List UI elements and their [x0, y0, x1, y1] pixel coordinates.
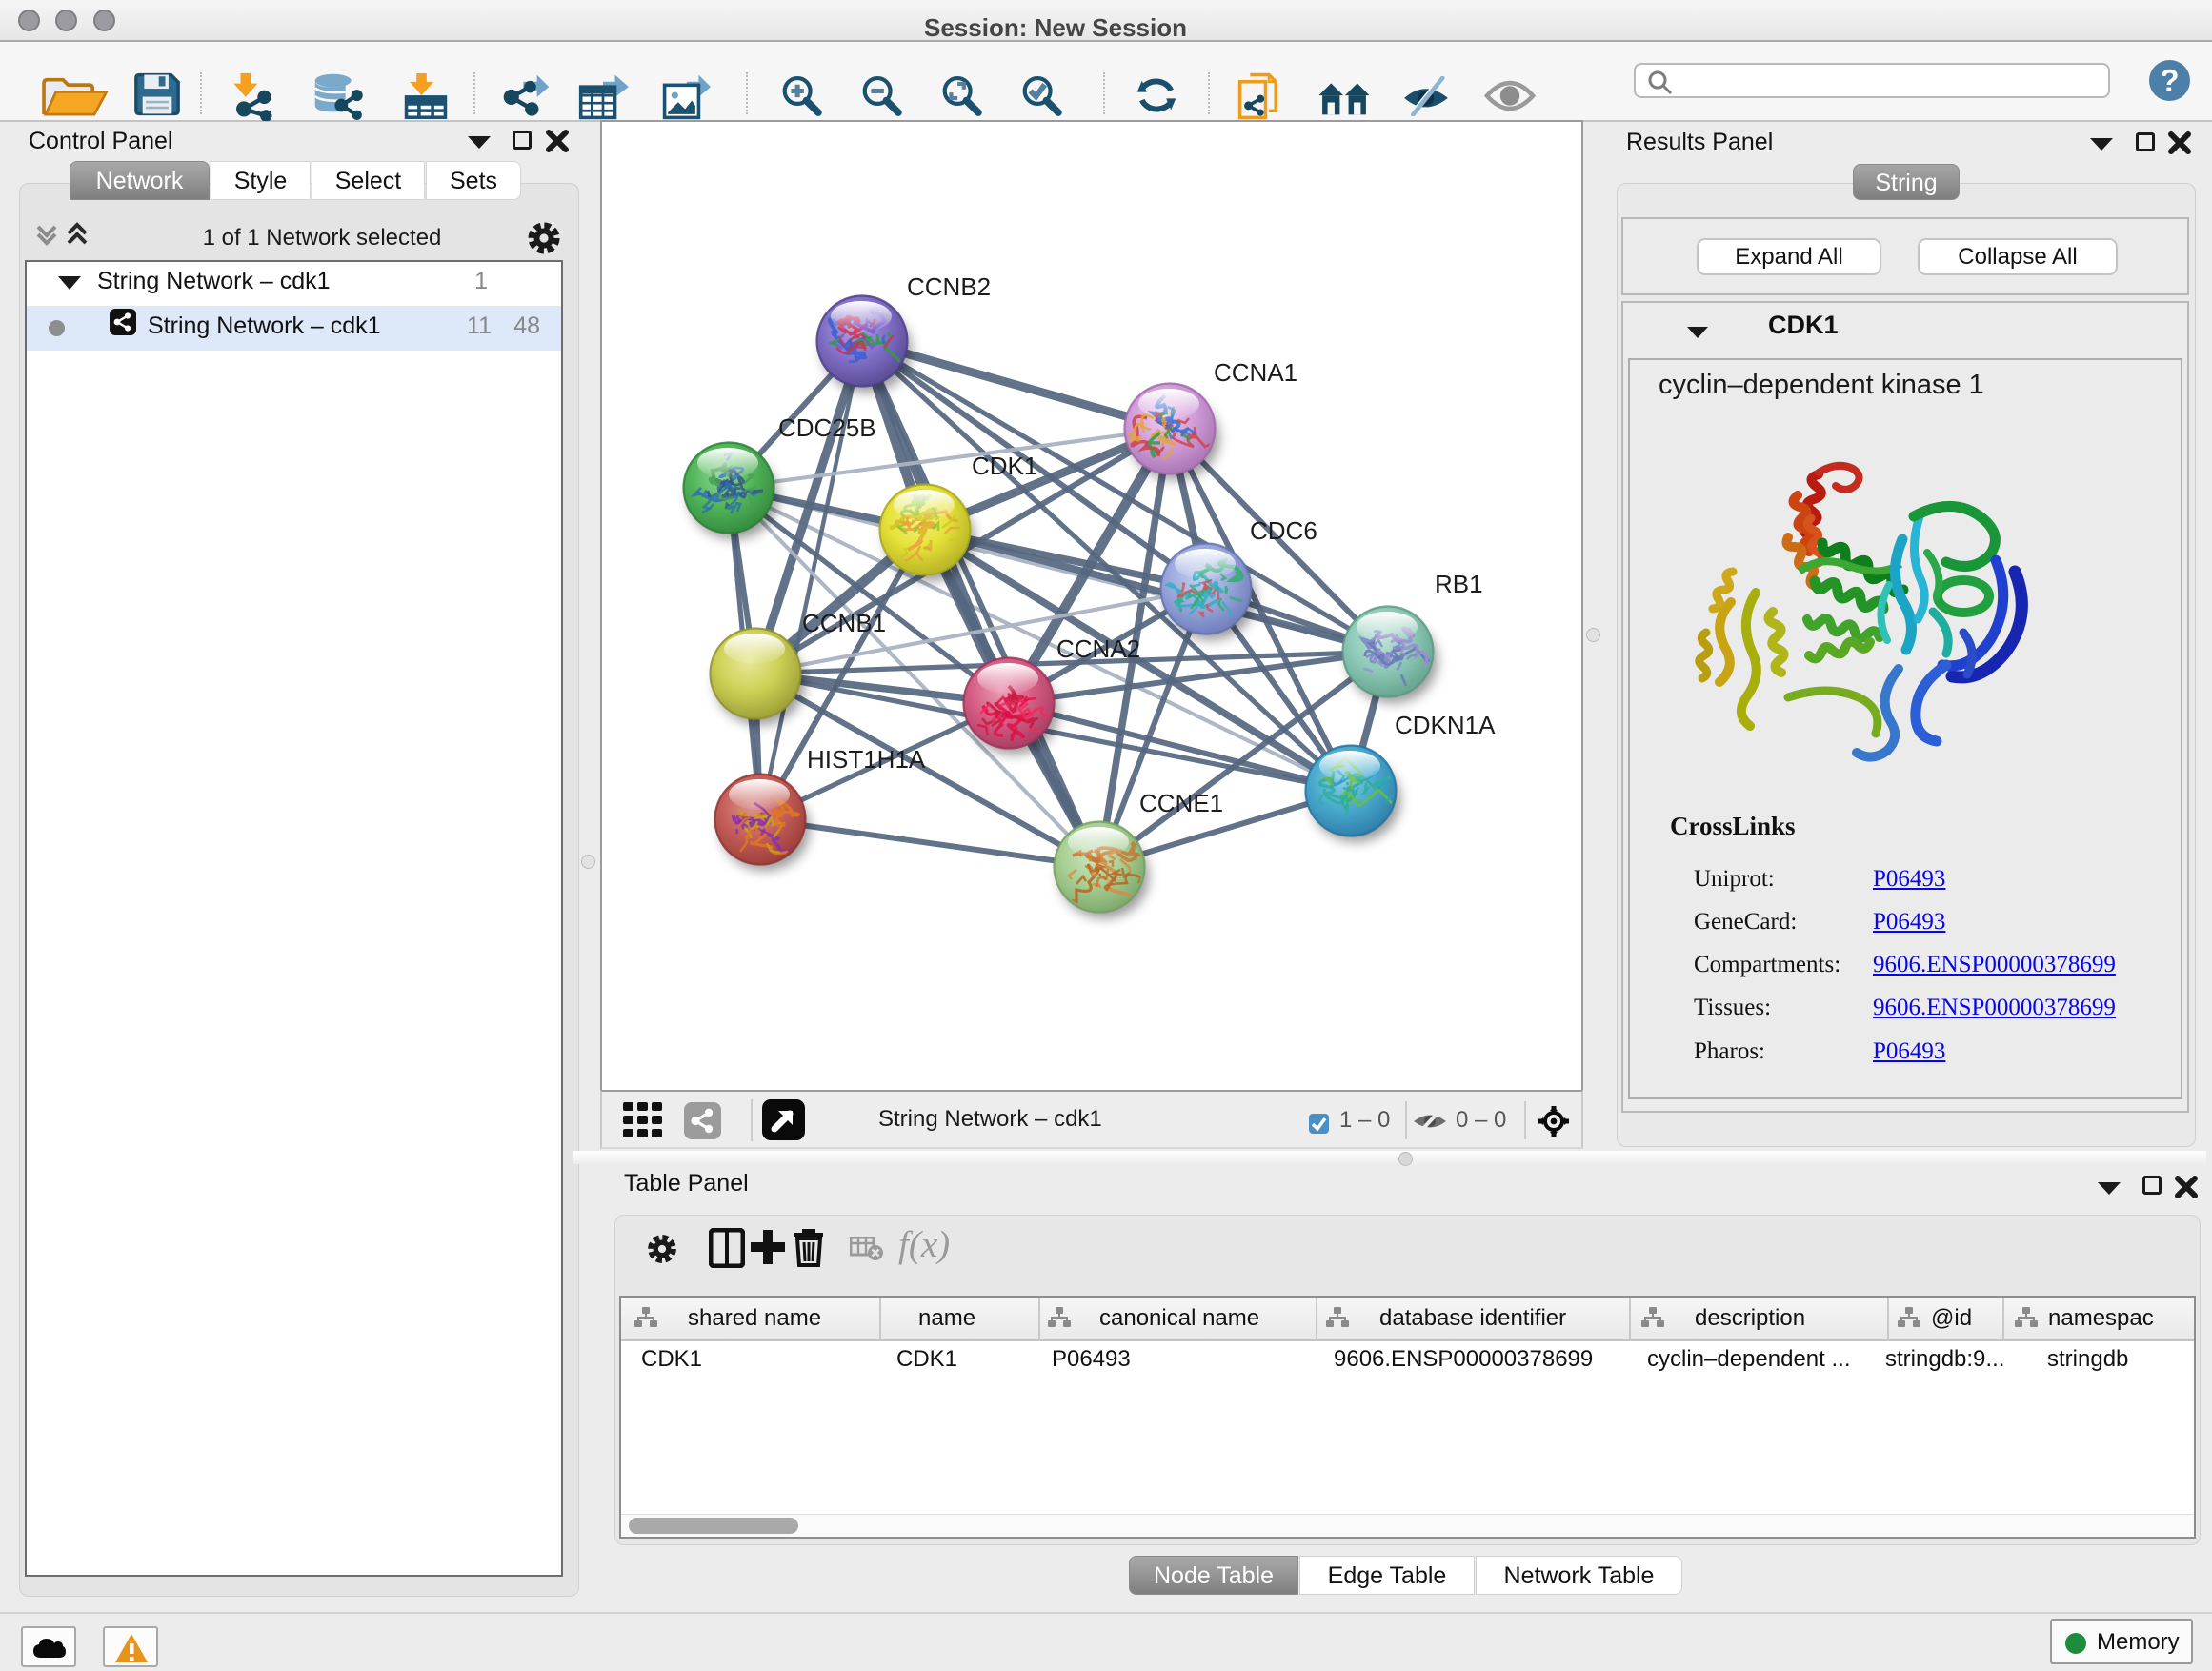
svg-text:RB1: RB1 — [1435, 570, 1483, 598]
svg-text:CDKN1A: CDKN1A — [1395, 711, 1496, 739]
svg-text:HIST1H1A: HIST1H1A — [807, 745, 926, 774]
svg-text:CCNA2: CCNA2 — [1056, 634, 1140, 663]
svg-text:CCNE1: CCNE1 — [1139, 789, 1223, 817]
svg-text:CDC6: CDC6 — [1250, 516, 1317, 545]
svg-text:CCNB1: CCNB1 — [802, 609, 886, 637]
svg-text:CCNB2: CCNB2 — [907, 272, 991, 301]
svg-text:CDC25B: CDC25B — [778, 413, 876, 442]
svg-text:CDK1: CDK1 — [972, 452, 1037, 480]
svg-text:CCNA1: CCNA1 — [1214, 358, 1297, 387]
